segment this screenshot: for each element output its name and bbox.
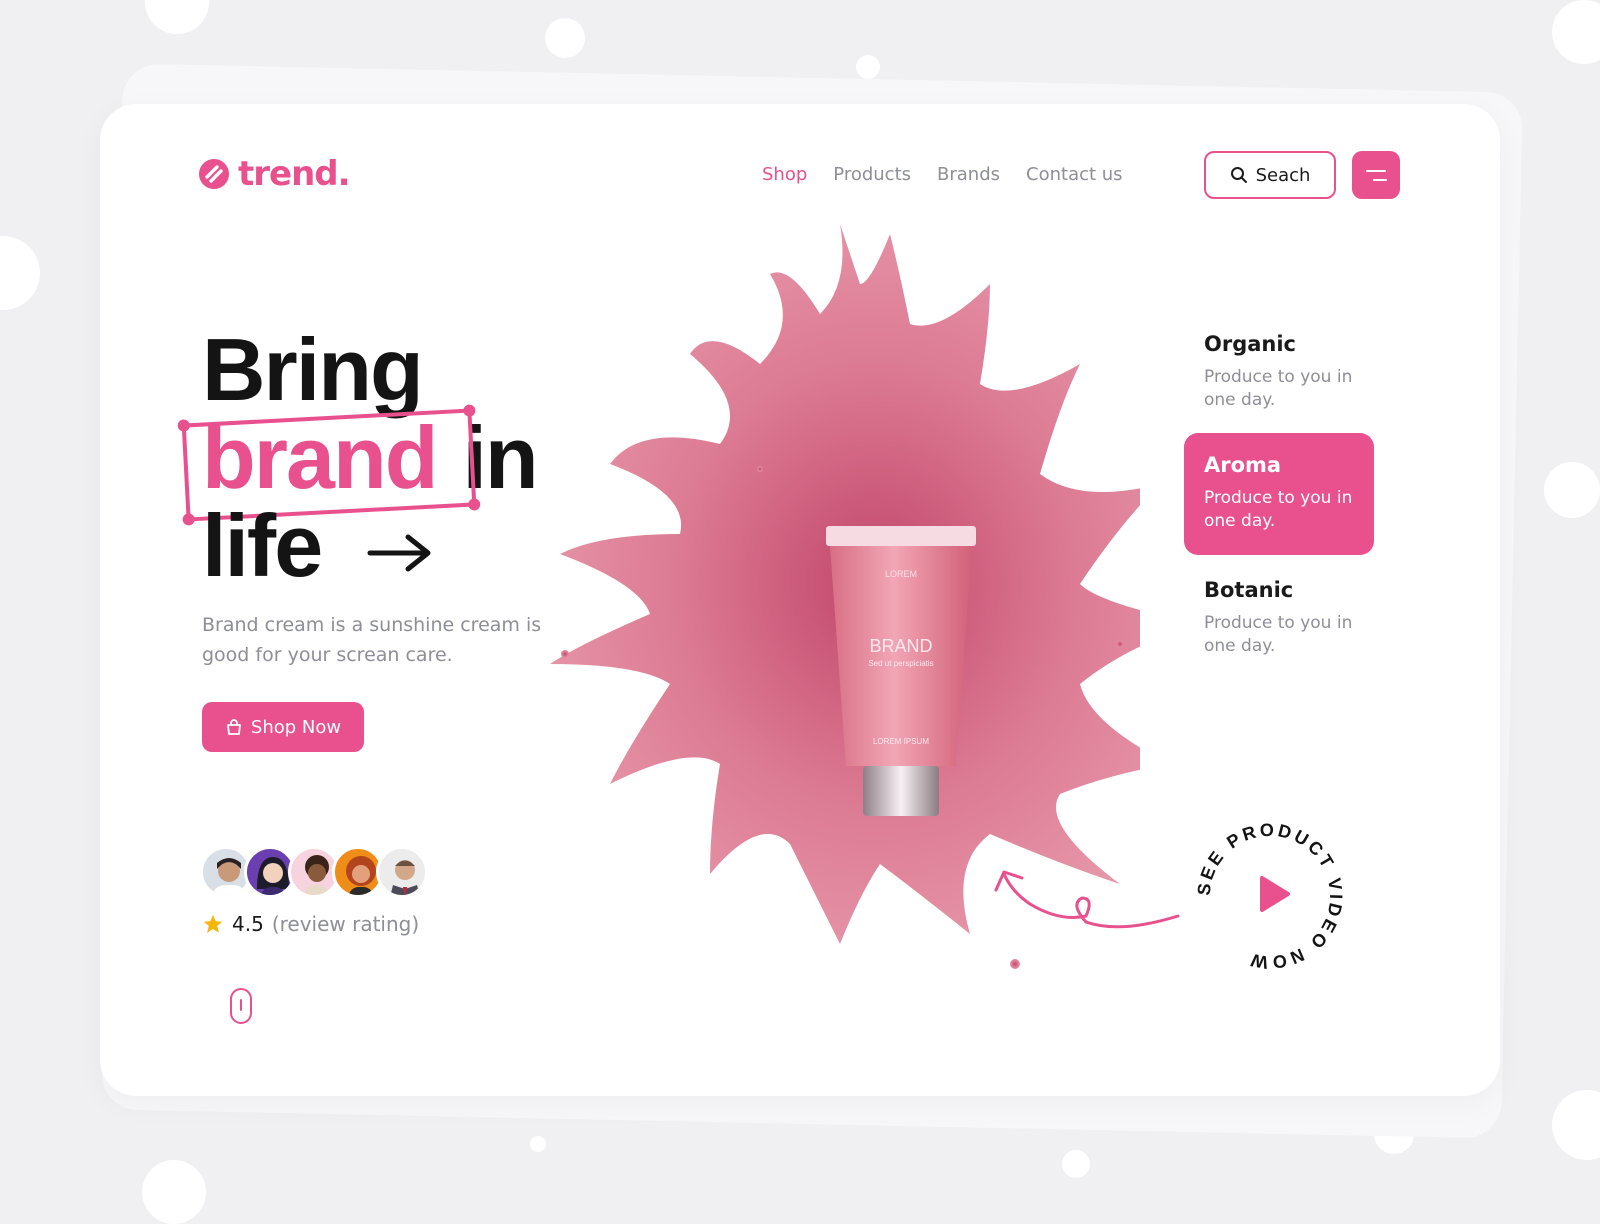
tube-brand-text: BRAND	[869, 636, 932, 656]
bg-dot	[145, 0, 209, 34]
headline-highlight: brand	[177, 404, 481, 526]
bg-dot	[1062, 1150, 1090, 1178]
feature-title: Aroma	[1204, 453, 1282, 477]
bg-dot	[856, 55, 880, 79]
tube-sub-text: Sed ut perspiciatis	[868, 659, 933, 668]
bg-dot	[530, 1136, 546, 1152]
feature-aroma[interactable]: Aroma Produce to you in one day.	[1184, 433, 1374, 555]
bg-dot	[142, 1160, 206, 1224]
rating-label: (review rating)	[271, 912, 420, 936]
nav-brands[interactable]: Brands	[937, 164, 1000, 185]
tube-bottom-text: LOREM IPSUM	[873, 737, 929, 746]
shop-now-button[interactable]: Shop Now	[202, 702, 364, 752]
tube-cap-text: LOREM	[885, 569, 917, 579]
curvy-arrow-icon	[994, 870, 1180, 929]
feature-desc: Produce to you in one day.	[1204, 613, 1353, 656]
headline-line-3: life	[202, 502, 537, 590]
feature-botanic[interactable]: Botanic Produce to you in one day.	[1184, 558, 1374, 680]
menu-button[interactable]	[1352, 151, 1400, 199]
feature-title: Botanic	[1204, 578, 1294, 602]
search-label: Seach	[1255, 164, 1311, 186]
star-icon	[203, 914, 223, 933]
nav-contact-us[interactable]: Contact us	[1026, 164, 1123, 185]
hero-headline: Bring brand in life	[177, 320, 539, 590]
search-icon	[1230, 167, 1247, 183]
bg-dot	[545, 18, 585, 58]
feature-desc: Produce to you in one day.	[1204, 367, 1353, 410]
nav-shop[interactable]: Shop	[762, 164, 807, 185]
menu-icon-line	[1373, 178, 1387, 181]
logo-text: trend.	[238, 154, 351, 194]
logo-mark-icon	[199, 159, 229, 189]
bg-dot	[1552, 0, 1600, 64]
menu-icon	[1366, 169, 1386, 172]
logo[interactable]: trend.	[198, 154, 351, 194]
bg-dot	[1552, 1090, 1600, 1160]
mouse-scroll-icon[interactable]	[230, 988, 252, 1024]
feature-desc: Produce to you in one day.	[1204, 488, 1353, 531]
review-rating: 4.5 (review rating)	[202, 912, 419, 936]
landing-card: trend. Shop Products Brands Contact us S…	[100, 104, 1500, 1096]
play-icon	[1260, 876, 1290, 912]
shop-now-label: Shop Now	[250, 716, 342, 738]
avatar[interactable]	[376, 846, 428, 898]
feature-organic[interactable]: Organic Produce to you in one day.	[1184, 312, 1374, 434]
feature-title: Organic	[1204, 332, 1297, 356]
reviewer-avatars	[200, 846, 428, 898]
hero-description: Brand cream is a sunshine cream is good …	[202, 614, 542, 666]
headline-line-2: brand in	[177, 404, 539, 526]
bag-icon	[226, 719, 241, 735]
headline-line-1: Bring	[202, 320, 424, 419]
bg-dot	[0, 236, 40, 310]
arrow-right-icon[interactable]	[366, 533, 436, 573]
rating-value: 4.5	[232, 912, 264, 936]
main-nav: Shop Products Brands Contact us	[762, 164, 1123, 185]
headline-life: life	[202, 496, 323, 595]
search-button[interactable]: Seach	[1204, 151, 1336, 199]
video-badge[interactable]: SEE PRODUCT VIDEO NOW	[1190, 816, 1350, 976]
bg-dot	[1544, 462, 1600, 518]
nav-products[interactable]: Products	[833, 164, 911, 185]
